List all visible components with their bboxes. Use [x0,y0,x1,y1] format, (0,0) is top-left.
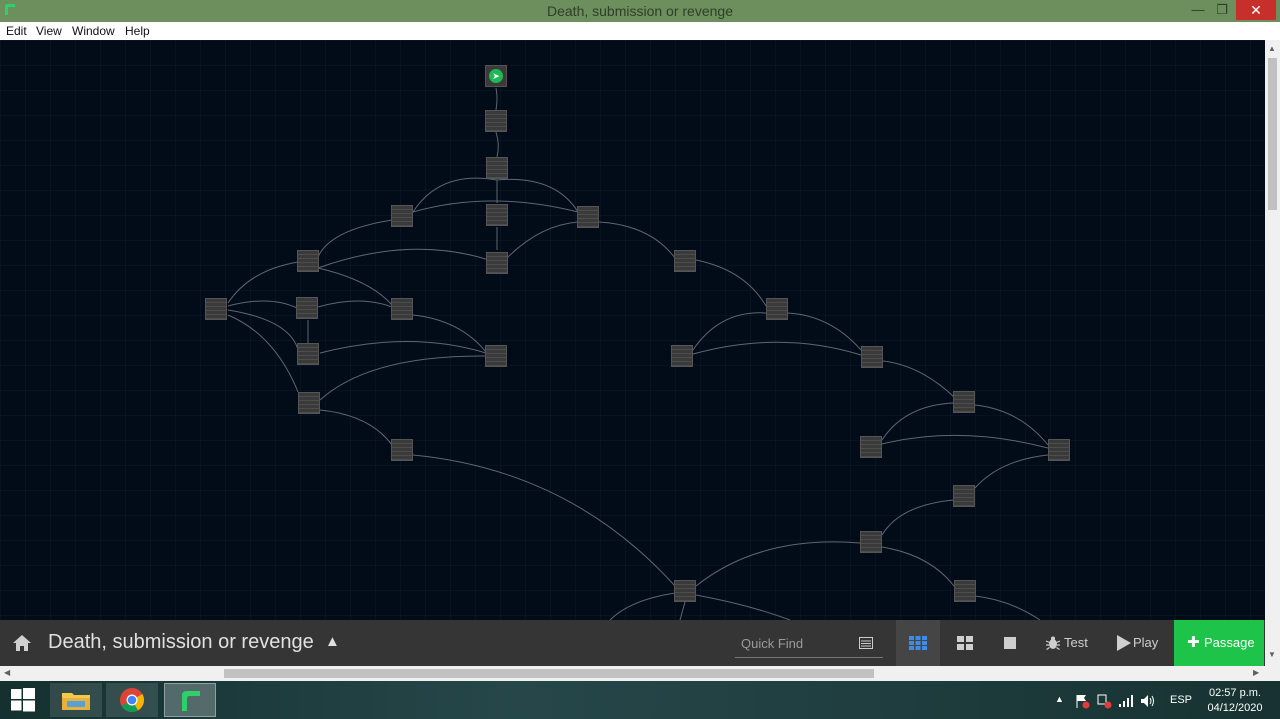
rocket-icon: ➤ [489,69,503,83]
windows-start-icon[interactable] [11,688,35,712]
chrome-icon [120,688,145,713]
scroll-right-arrow[interactable]: ▶ [1253,668,1259,677]
taskbar-chrome[interactable] [106,683,158,717]
grid-large-icon [957,636,973,650]
passage-card[interactable] [861,346,883,368]
passage-card[interactable] [577,206,599,228]
plus-icon: ✚ [1187,634,1200,651]
grid-small-icon [909,636,927,650]
passage-card[interactable] [486,204,508,226]
view-structure-button[interactable] [896,620,940,666]
test-label: Test [1064,635,1088,650]
passage-card[interactable] [205,298,227,320]
horizontal-scrollbar[interactable]: ◀ ▶ [0,666,1280,681]
scroll-down-arrow[interactable]: ▼ [1268,650,1276,659]
passage-card[interactable] [391,298,413,320]
window-title: Death, submission or revenge [547,3,733,19]
scroll-up-arrow[interactable]: ▲ [1268,44,1276,53]
passage-links [227,87,1049,620]
view-passage-button[interactable] [990,620,1030,666]
story-toolbar: Death, submission or revenge ▲ Quick Fin… [0,620,1265,666]
passage-card[interactable] [953,485,975,507]
menu-window[interactable]: Window [72,24,115,38]
new-passage-button[interactable]: ✚ Passage [1174,620,1264,666]
passage-card[interactable] [860,436,882,458]
passage-card[interactable] [297,343,319,365]
play-button[interactable]: Play [1112,620,1168,666]
passage-card[interactable] [486,157,508,179]
passage-card[interactable] [953,391,975,413]
passage-card[interactable] [674,250,696,272]
passage-label: Passage [1204,635,1255,650]
passage-card[interactable] [485,110,507,132]
tray-overflow-icon[interactable]: ▲ [1055,694,1064,704]
vertical-scroll-thumb[interactable] [1268,58,1277,210]
title-bar: Death, submission or revenge — ❐ ✕ [0,0,1280,22]
passage-card[interactable] [954,580,976,602]
network-alert-icon[interactable] [1096,693,1112,709]
taskbar-file-explorer[interactable] [50,683,102,717]
scroll-left-arrow[interactable]: ◀ [4,668,10,677]
signal-icon[interactable] [1118,693,1134,709]
passage-card[interactable] [298,392,320,414]
horizontal-scroll-thumb[interactable] [224,669,874,678]
square-icon [1004,637,1016,649]
story-title[interactable]: Death, submission or revenge [48,631,314,654]
passage-card[interactable] [766,298,788,320]
start-passage[interactable]: ➤ [485,65,507,87]
clock-time[interactable]: 02:57 p.m. [1200,687,1270,699]
vertical-scrollbar[interactable]: ▲ ▼ [1265,40,1280,666]
windows-taskbar: ▲ ESP 02:57 p.m. 04/12/2020 [0,681,1280,719]
passage-card[interactable] [485,345,507,367]
folder-icon [62,693,90,710]
clock-date[interactable]: 04/12/2020 [1200,702,1270,714]
minimize-button[interactable]: — [1186,0,1210,20]
flag-alert-icon[interactable] [1074,693,1090,709]
home-icon[interactable] [11,632,33,654]
passage-card[interactable] [391,439,413,461]
passage-card[interactable] [391,205,413,227]
taskbar-twine[interactable] [164,683,216,717]
passage-card[interactable] [296,297,318,319]
bug-icon [1045,636,1061,650]
passage-card[interactable] [486,252,508,274]
twine-icon [182,691,200,711]
menu-edit[interactable]: Edit [6,24,27,38]
menu-bar: Edit View Window Help [0,22,1280,40]
passage-card[interactable] [671,345,693,367]
menu-view[interactable]: View [36,24,62,38]
maximize-button[interactable]: ❐ [1210,0,1234,20]
menu-help[interactable]: Help [125,24,150,38]
passage-card[interactable] [1048,439,1070,461]
play-label: Play [1133,635,1159,650]
test-button[interactable]: Test [1040,620,1096,666]
passage-card[interactable] [674,580,696,602]
passage-card[interactable] [297,250,319,272]
close-button[interactable]: ✕ [1236,0,1276,20]
view-titles-button[interactable] [944,620,988,666]
story-map-canvas[interactable]: ➤ [0,40,1265,620]
input-language[interactable]: ESP [1170,694,1192,706]
play-icon [1117,635,1131,651]
story-menu-caret-icon[interactable]: ▲ [325,633,340,650]
passage-card[interactable] [860,531,882,553]
quick-find-options-icon[interactable] [859,637,873,649]
volume-icon[interactable] [1140,693,1156,709]
